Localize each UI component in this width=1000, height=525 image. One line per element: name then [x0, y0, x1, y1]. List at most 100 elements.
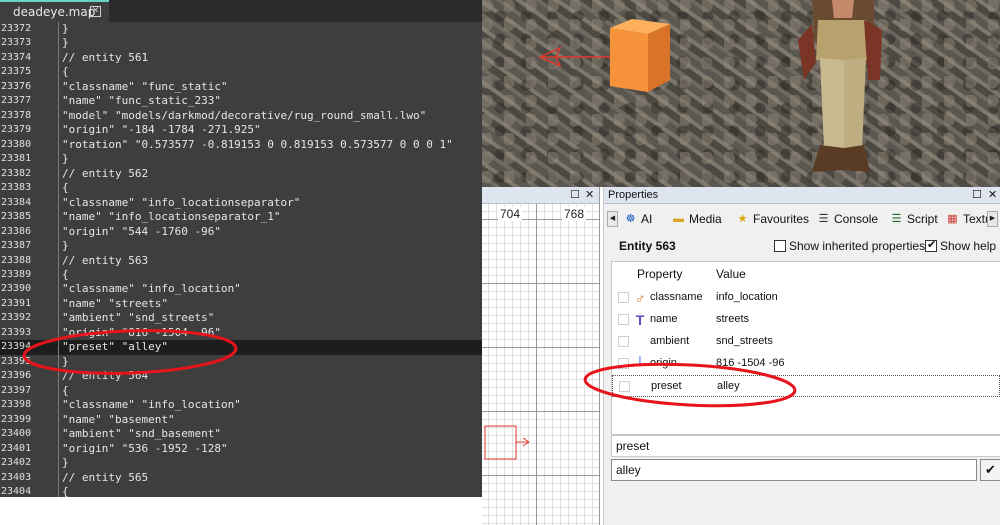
restore-icon[interactable]: ☐	[972, 188, 982, 201]
tab-label: Console	[834, 212, 879, 226]
code-line[interactable]: 23404 {	[0, 485, 482, 497]
editor-tab-title: deadeye.map	[13, 5, 96, 19]
code-text: // entity 563	[62, 253, 149, 267]
code-line[interactable]: 23376 "classname" "func_static"	[0, 79, 482, 95]
tab-favourites[interactable]: ★ Favourites	[732, 209, 813, 229]
code-line[interactable]: 23403 // entity 565	[0, 470, 482, 485]
editor-tab-bar: deadeye.map ✕	[0, 0, 482, 22]
code-line[interactable]: 23380 "rotation" "0.573577 -0.819153 0 0.…	[0, 137, 482, 153]
code-line[interactable]: 23383 {	[0, 181, 482, 196]
ortho-grid-view[interactable]: ☐ ✕ 704 768	[482, 187, 600, 525]
line-number: 23387	[1, 240, 32, 252]
code-line[interactable]: 23399 "name" "basement"	[0, 412, 482, 428]
property-table[interactable]: Property Value ♂ classname info_location Tn…	[611, 261, 1000, 435]
3d-viewport[interactable]	[482, 0, 1000, 187]
gutter-separator	[58, 210, 59, 225]
code-line[interactable]: 23377 "name" "func_static_233"	[0, 94, 482, 109]
gutter-separator	[58, 137, 59, 153]
close-icon[interactable]: ✕	[585, 188, 594, 201]
show-help-checkbox[interactable]: Show help	[925, 238, 996, 253]
property-row-classname[interactable]: ♂ classname info_location	[612, 287, 1000, 309]
tab-console[interactable]: ☰ Console	[813, 209, 882, 229]
code-line[interactable]: 23400 "ambient" "snd_basement"	[0, 427, 482, 442]
checkbox-icon[interactable]	[774, 240, 786, 252]
gutter-separator	[58, 152, 59, 167]
code-line[interactable]: 23388 // entity 563	[0, 253, 482, 268]
code-line[interactable]: 23402}	[0, 456, 482, 471]
properties-title: Properties	[608, 189, 659, 201]
gutter-separator	[58, 108, 59, 124]
tab-script[interactable]: ☰ Script	[886, 209, 942, 229]
checkbox-icon[interactable]	[618, 314, 629, 325]
editor-tab[interactable]: deadeye.map ✕	[0, 0, 109, 22]
checkbox-icon[interactable]	[618, 358, 629, 369]
property-value-field[interactable]: alley	[611, 459, 977, 481]
close-icon[interactable]: ✕	[988, 188, 997, 201]
code-line[interactable]: 23379 "origin" "-184 -1784 -271.925"	[0, 123, 482, 138]
code-line[interactable]: 23395}	[0, 354, 482, 370]
code-line[interactable]: 23386 "origin" "544 -1760 -96"	[0, 224, 482, 240]
texture-icon: ▦	[947, 213, 958, 225]
code-line[interactable]: 23385 "name" "info_locationseparator_1"	[0, 210, 482, 225]
property-row-name[interactable]: Tname streets	[612, 309, 1000, 331]
gutter-separator	[58, 354, 59, 370]
code-line[interactable]: 23372}	[0, 22, 482, 37]
property-row-origin[interactable]: └ origin 816 -1504 -96	[612, 353, 1000, 375]
property-value: info_location	[716, 291, 778, 303]
line-number: 23391	[1, 297, 32, 309]
checkbox-icon[interactable]	[618, 292, 629, 303]
gutter-separator	[58, 36, 59, 51]
show-inherited-label: Show inherited properties	[789, 239, 926, 253]
property-name: ambient	[650, 335, 690, 347]
code-line[interactable]: 23401 "origin" "536 -1952 -128"	[0, 441, 482, 457]
checkbox-icon[interactable]	[619, 381, 630, 392]
apply-button[interactable]: ✔	[980, 459, 1000, 481]
gutter-separator	[58, 50, 59, 66]
code-line[interactable]: 23394 "preset" "alley"	[0, 340, 482, 355]
grid-canvas[interactable]: 704 768	[482, 204, 599, 525]
checkbox-icon[interactable]	[925, 238, 937, 252]
code-line[interactable]: 23393 "origin" "816 -1504 -96"	[0, 325, 482, 341]
line-number: 23385	[1, 211, 32, 223]
column-header-property[interactable]: Property	[637, 267, 682, 281]
gutter-separator	[58, 340, 59, 355]
code-text: {	[62, 485, 69, 497]
code-text: "ambient" "snd_basement"	[62, 427, 221, 441]
code-text: "rotation" "0.573577 -0.819153 0 0.81915…	[62, 137, 453, 151]
property-row-preset[interactable]: preset alley	[612, 375, 1000, 397]
property-name: origin	[650, 357, 677, 369]
tab-ai[interactable]: ☸ AI	[620, 209, 656, 229]
gutter-separator	[58, 224, 59, 240]
code-line[interactable]: 23384 "classname" "info_locationseparator…	[0, 195, 482, 211]
line-number: 23398	[1, 399, 32, 411]
code-line[interactable]: 23392 "ambient" "snd_streets"	[0, 311, 482, 326]
column-header-value[interactable]: Value	[716, 267, 746, 281]
tab-media[interactable]: ▬ Media	[668, 209, 726, 229]
code-line[interactable]: 23396 // entity 564	[0, 369, 482, 384]
code-line[interactable]: 23373}	[0, 36, 482, 51]
console-icon: ☰	[818, 213, 829, 225]
code-editor[interactable]: deadeye.map ✕ 23372} 23373} 23374// entity…	[0, 0, 482, 497]
close-icon[interactable]: ✕	[90, 6, 101, 17]
code-line[interactable]: 23381}	[0, 152, 482, 167]
restore-icon[interactable]: ☐	[570, 188, 580, 201]
code-line[interactable]: 23374 // entity 561	[0, 50, 482, 66]
chevron-right-icon[interactable]: ▶	[987, 211, 998, 227]
code-line[interactable]: 23390 "classname" "info_location"	[0, 282, 482, 297]
code-line[interactable]: 23397 {	[0, 383, 482, 399]
code-line[interactable]: 23398 "classname" "info_location"	[0, 398, 482, 413]
code-line[interactable]: 23391 "name" "streets"	[0, 296, 482, 312]
code-line[interactable]: 23375 {	[0, 65, 482, 80]
property-row-ambient[interactable]: ambient snd_streets	[612, 331, 1000, 353]
chevron-left-icon[interactable]: ◀	[607, 211, 618, 227]
grid-view-header: ☐ ✕	[482, 187, 599, 204]
code-line[interactable]: 23378 "model" "models/darkmod/decorative/…	[0, 108, 482, 124]
checkbox-icon[interactable]	[618, 336, 629, 347]
line-number: 23383	[1, 182, 32, 194]
code-line[interactable]: 23387}	[0, 239, 482, 254]
gutter-separator	[58, 412, 59, 428]
code-line[interactable]: 23382 // entity 562	[0, 166, 482, 182]
code-line[interactable]: 23389 {	[0, 267, 482, 283]
show-inherited-checkbox[interactable]: Show inherited properties	[774, 239, 925, 253]
property-key-field[interactable]: preset	[611, 435, 1000, 457]
